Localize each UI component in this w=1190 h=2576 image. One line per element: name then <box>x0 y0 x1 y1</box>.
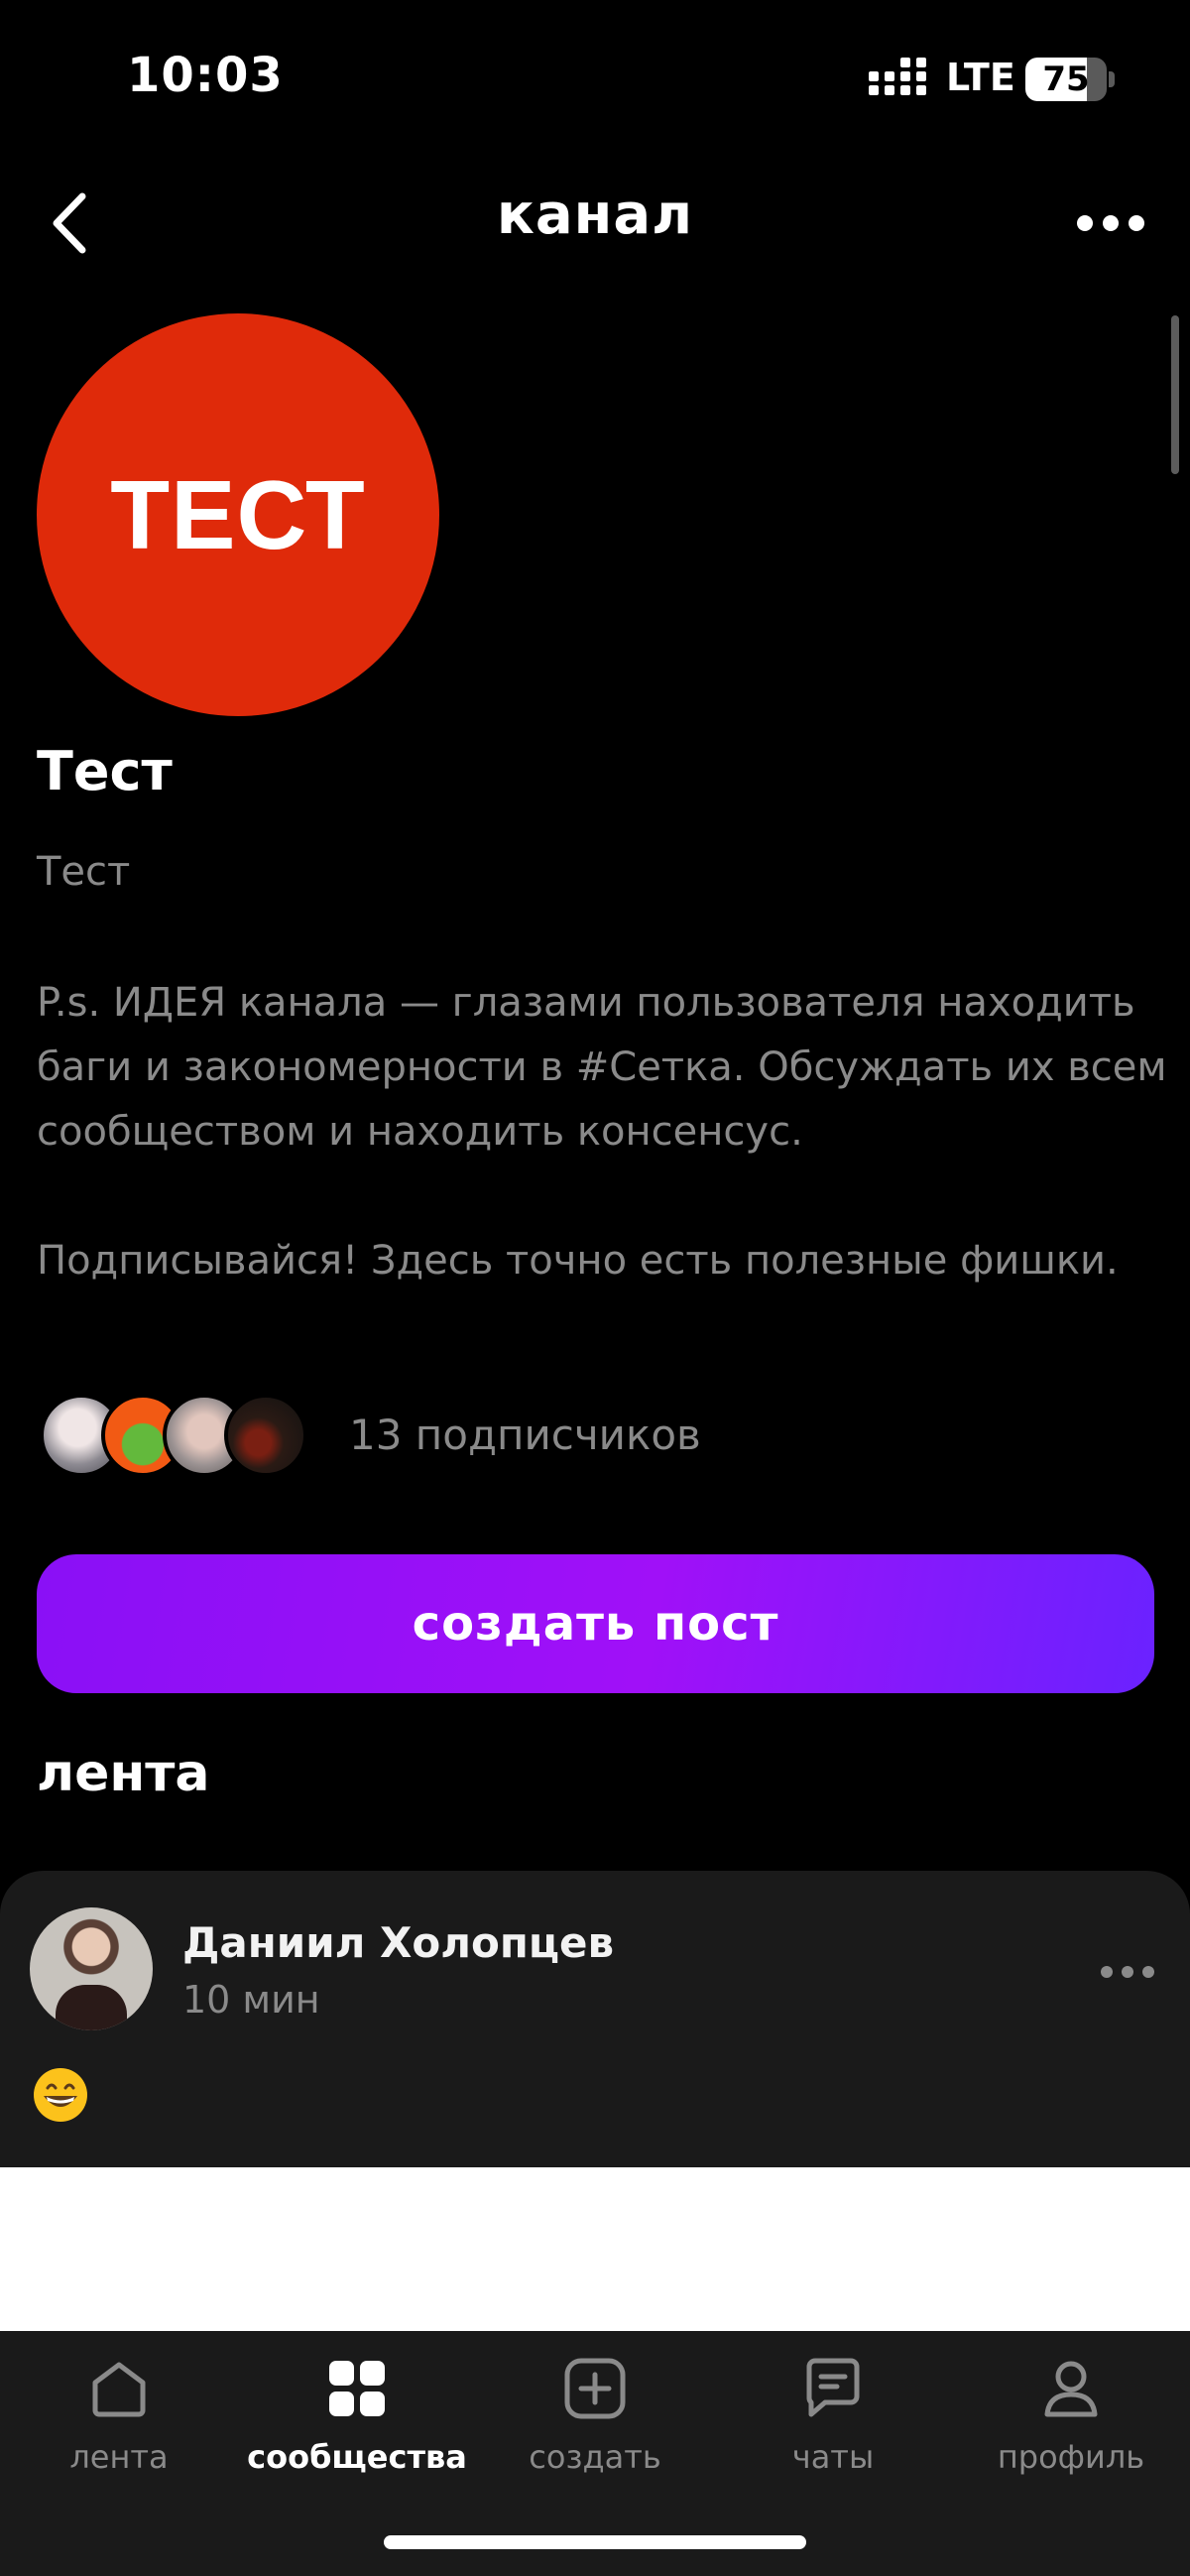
create-post-button[interactable]: создать пост <box>37 1554 1154 1693</box>
post-author[interactable]: Даниил Холопцев <box>182 1918 614 1967</box>
grid-icon <box>329 2361 385 2416</box>
more-dot <box>1129 215 1144 231</box>
tab-communities[interactable]: сообщества <box>238 2353 476 2492</box>
network-type: LTE <box>946 56 1015 99</box>
more-horizontal-icon <box>1077 215 1093 231</box>
battery-cap <box>1109 71 1115 87</box>
person-icon <box>1044 2361 1098 2417</box>
channel-description: P.s. ИДЕЯ канала — глазами пользователя … <box>37 971 1167 1293</box>
more-dot <box>1103 215 1119 231</box>
tab-profile[interactable]: профиль <box>952 2353 1190 2492</box>
plus-square-icon <box>564 2358 626 2419</box>
page-title: канал <box>496 183 694 247</box>
more-horizontal-icon <box>1101 1966 1113 1978</box>
tab-label: сообщества <box>247 2438 467 2476</box>
subscriber-avatars[interactable] <box>40 1394 317 1477</box>
avatar-body <box>56 1985 127 2030</box>
description-paragraph: P.s. ИДЕЯ канала — глазами пользователя … <box>37 980 1167 1155</box>
tab-create[interactable]: создать <box>476 2353 714 2492</box>
avatar <box>224 1394 307 1477</box>
tab-label: профиль <box>997 2438 1145 2476</box>
feed-section-title: лента <box>37 1744 210 1803</box>
channel-subtitle: Тест <box>37 849 131 895</box>
tab-feed[interactable]: лента <box>0 2353 238 2492</box>
battery-icon: 75 <box>1025 58 1107 101</box>
battery-level: 75 <box>1042 60 1090 99</box>
channel-avatar-text: ТЕСТ <box>110 459 366 569</box>
tab-label: чаты <box>791 2438 875 2476</box>
channel-avatar: ТЕСТ <box>37 313 439 716</box>
status-time: 10:03 <box>127 48 284 103</box>
subscribers-count[interactable]: 13 подписчиков <box>349 1411 701 1459</box>
signal-icon <box>869 58 926 95</box>
more-button[interactable] <box>1061 193 1160 253</box>
post-more-button[interactable] <box>1101 1966 1154 1978</box>
scrollbar[interactable] <box>1171 315 1179 474</box>
post-time: 10 мин <box>182 1978 320 2022</box>
tab-label: лента <box>69 2438 169 2476</box>
author-avatar[interactable] <box>30 1907 153 2030</box>
more-dot <box>1122 1966 1133 1978</box>
tab-label: создать <box>529 2438 661 2476</box>
home-icon <box>92 2362 146 2417</box>
chat-icon <box>806 2358 860 2417</box>
more-dot <box>1142 1966 1154 1978</box>
channel-name: Тест <box>37 740 173 802</box>
status-bar: 10:03 LTE 75 <box>0 0 1190 159</box>
tab-chats[interactable]: чаты <box>714 2353 952 2492</box>
home-indicator[interactable] <box>384 2535 806 2549</box>
description-paragraph: Подписывайся! Здесь точно есть полезные … <box>37 1238 1119 1284</box>
grinning-emoji-icon <box>34 2068 87 2122</box>
